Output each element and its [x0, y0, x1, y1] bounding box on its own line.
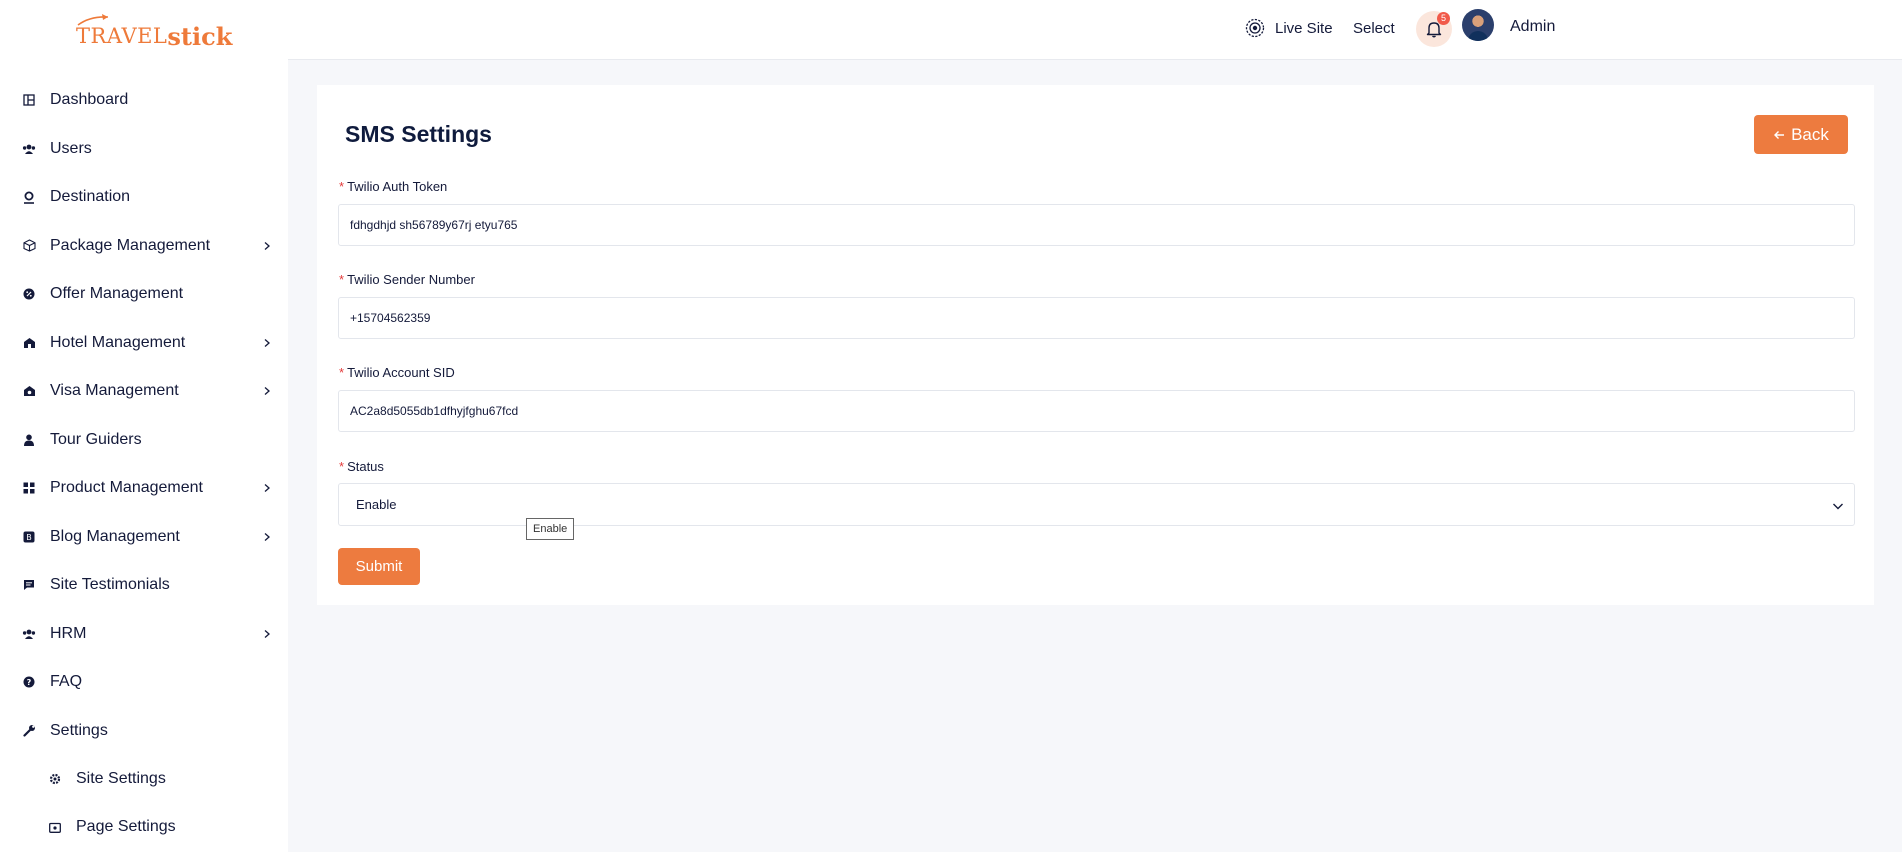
sidebar-nav: Dashboard Users Destination Package Mana… — [0, 76, 288, 851]
sms-settings-card: SMS Settings Back *Twilio Auth Token *Tw… — [317, 85, 1874, 605]
required-marker: * — [339, 459, 345, 474]
required-marker: * — [339, 272, 345, 287]
status-tooltip: Enable — [526, 518, 575, 540]
sidebar-item-visa-management[interactable]: Visa Management — [0, 367, 288, 416]
top-header — [288, 0, 1902, 60]
chevron-right-icon — [264, 387, 270, 396]
sidebar-item-users[interactable]: Users — [0, 125, 288, 174]
user-name[interactable]: Admin — [1510, 18, 1555, 36]
sidebar-item-offer-management[interactable]: Offer Management — [0, 270, 288, 319]
guide-icon — [22, 433, 36, 447]
account-sid-label-text: Twilio Account SID — [347, 365, 455, 380]
sidebar-item-label: Dashboard — [50, 91, 129, 109]
select-dropdown[interactable]: Select — [1353, 20, 1395, 37]
dashboard-icon — [22, 93, 36, 107]
hotel-icon — [22, 336, 36, 350]
sender-number-label-text: Twilio Sender Number — [347, 272, 475, 287]
sidebar-subitem-page-settings[interactable]: Page Settings — [0, 803, 288, 851]
offer-badge-icon — [22, 287, 36, 301]
auth-token-label: * Twilio Auth Token — [339, 179, 447, 194]
sidebar-item-label: Hotel Management — [50, 333, 186, 351]
status-label-text: Status — [347, 459, 384, 474]
grid-icon — [22, 481, 36, 495]
sidebar-item-label: Package Management — [50, 236, 211, 254]
sidebar-item-label: FAQ — [50, 673, 83, 691]
submit-button[interactable]: Submit — [338, 548, 420, 585]
sidebar-item-label: Blog Management — [50, 527, 180, 545]
chevron-down-icon — [1833, 503, 1843, 510]
sender-number-label: * Twilio Sender Number — [339, 272, 475, 287]
sidebar-item-label: Site Testimonials — [50, 576, 170, 594]
sidebar-item-faq[interactable]: ? FAQ — [0, 658, 288, 707]
sidebar-item-label: Offer Management — [50, 285, 184, 303]
blog-icon: B — [22, 530, 36, 544]
logo-plane-icon — [77, 14, 109, 26]
sidebar-item-product-management[interactable]: Product Management — [0, 464, 288, 513]
box-icon — [22, 239, 36, 253]
sidebar-item-destination[interactable]: Destination — [0, 173, 288, 222]
sidebar-item-label: Tour Guiders — [50, 430, 142, 448]
svg-text:?: ? — [27, 678, 32, 687]
sidebar: TRAVEL stick Dashboard Users Destination … — [0, 0, 288, 852]
back-button-label: Back — [1791, 124, 1829, 144]
sidebar-item-label: Site Settings — [76, 770, 166, 787]
account-sid-label: * Twilio Account SID — [339, 365, 455, 380]
live-broadcast-icon — [1245, 18, 1265, 38]
auth-token-input[interactable] — [338, 204, 1855, 246]
sidebar-item-hotel-management[interactable]: Hotel Management — [0, 319, 288, 368]
svg-text:B: B — [26, 533, 32, 542]
sidebar-item-hrm[interactable]: HRM — [0, 610, 288, 659]
sidebar-item-tour-guiders[interactable]: Tour Guiders — [0, 416, 288, 465]
live-site-label: Live Site — [1275, 19, 1333, 37]
sidebar-subitem-site-settings[interactable]: Site Settings — [0, 755, 288, 803]
sidebar-item-label: Users — [50, 139, 92, 157]
question-icon: ? — [22, 675, 36, 689]
sidebar-item-site-testimonials[interactable]: Site Testimonials — [0, 561, 288, 610]
page-icon — [48, 820, 62, 834]
wrench-icon — [22, 724, 36, 738]
sidebar-item-label: Product Management — [50, 479, 203, 497]
status-selected-value: Enable — [356, 497, 397, 512]
auth-token-label-text: Twilio Auth Token — [347, 179, 448, 194]
chevron-right-icon — [264, 484, 270, 493]
sender-number-input[interactable] — [338, 297, 1855, 339]
required-marker: * — [339, 179, 345, 194]
live-site-link[interactable]: Live Site — [1245, 18, 1333, 38]
comment-icon — [22, 578, 36, 592]
chevron-right-icon — [264, 338, 270, 347]
visa-icon — [22, 384, 36, 398]
page-title: SMS Settings — [345, 121, 492, 147]
required-marker: * — [339, 365, 345, 380]
sidebar-item-label: Settings — [50, 721, 108, 739]
logo-text-stick: stick — [167, 21, 233, 51]
account-sid-input[interactable] — [338, 390, 1855, 432]
sidebar-item-dashboard[interactable]: Dashboard — [0, 76, 288, 125]
chevron-right-icon — [264, 629, 270, 638]
avatar[interactable] — [1462, 9, 1494, 41]
chevron-right-icon — [264, 532, 270, 541]
back-button[interactable]: Back — [1754, 115, 1848, 154]
notification-count-badge: 5 — [1437, 12, 1450, 25]
map-pin-icon — [22, 190, 36, 204]
sidebar-item-label: Page Settings — [76, 818, 176, 835]
team-icon — [22, 627, 36, 641]
status-label: * Status — [339, 459, 384, 474]
sidebar-item-label: HRM — [50, 624, 87, 642]
sidebar-item-blog-management[interactable]: B Blog Management — [0, 513, 288, 562]
sidebar-item-label: Visa Management — [50, 382, 179, 400]
sidebar-item-settings[interactable]: Settings — [0, 707, 288, 756]
travelstick-logo[interactable]: TRAVEL stick — [76, 14, 233, 56]
sidebar-item-package-management[interactable]: Package Management — [0, 222, 288, 271]
arrow-left-icon — [1774, 130, 1785, 139]
users-icon — [22, 142, 36, 156]
gear-icon — [48, 772, 62, 786]
sidebar-item-label: Destination — [50, 188, 131, 206]
chevron-right-icon — [264, 241, 270, 250]
